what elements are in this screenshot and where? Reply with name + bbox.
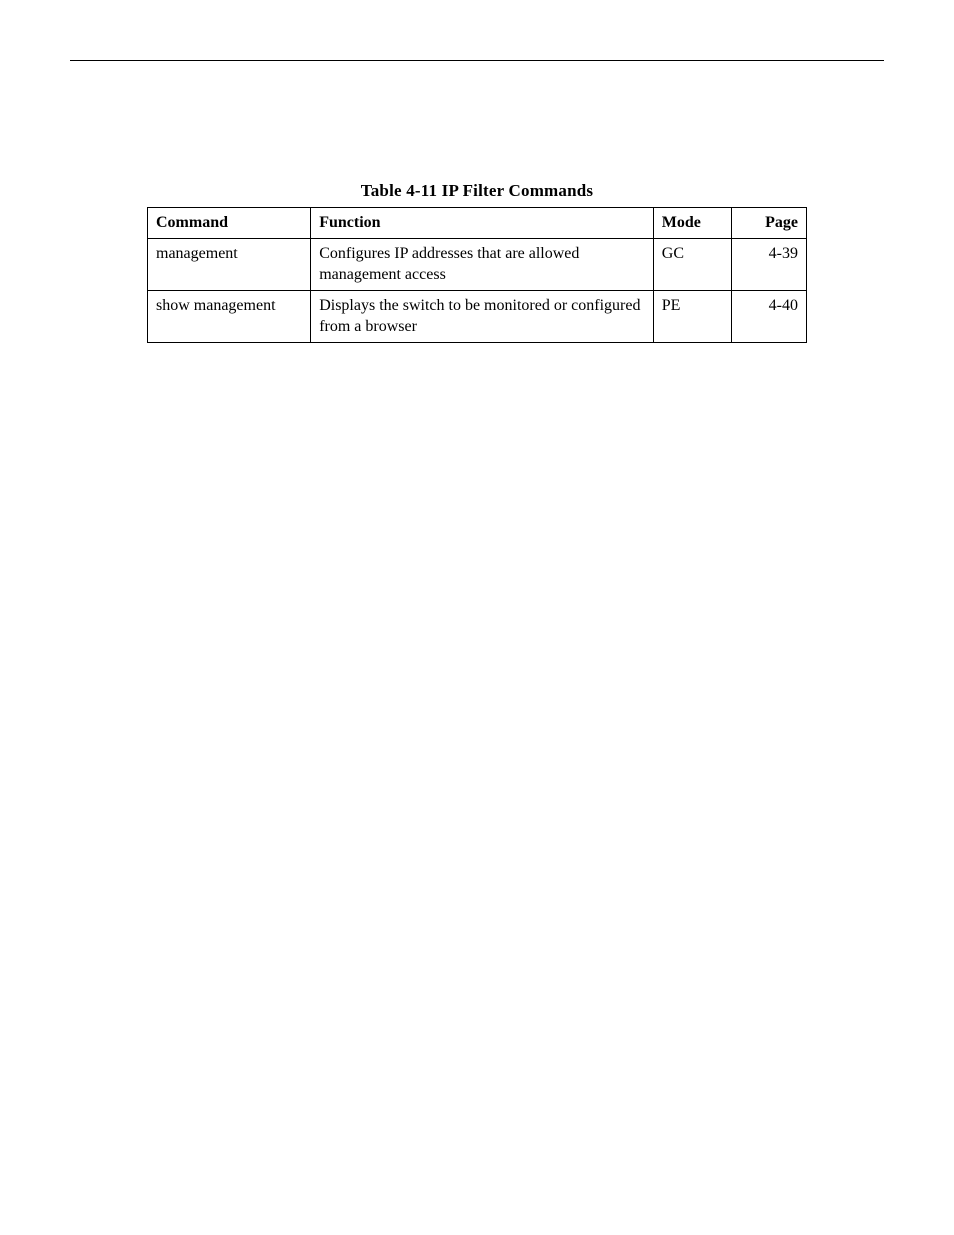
ip-filter-commands-table: Command Function Mode Page management Co… [147,207,807,343]
cell-function: Configures IP addresses that are allowed… [311,238,654,290]
header-command: Command [148,208,311,239]
cell-page: 4-40 [731,290,807,342]
table-caption: Table 4-11 IP Filter Commands [70,181,884,201]
table-header-row: Command Function Mode Page [148,208,807,239]
cell-function: Displays the switch to be monitored or c… [311,290,654,342]
cell-page: 4-39 [731,238,807,290]
cell-command: show management [148,290,311,342]
header-function: Function [311,208,654,239]
header-rule [70,60,884,61]
document-page: Table 4-11 IP Filter Commands Command Fu… [0,0,954,343]
header-page: Page [731,208,807,239]
table-row: show management Displays the switch to b… [148,290,807,342]
cell-mode: GC [653,238,731,290]
cell-mode: PE [653,290,731,342]
table-row: management Configures IP addresses that … [148,238,807,290]
header-mode: Mode [653,208,731,239]
cell-command: management [148,238,311,290]
